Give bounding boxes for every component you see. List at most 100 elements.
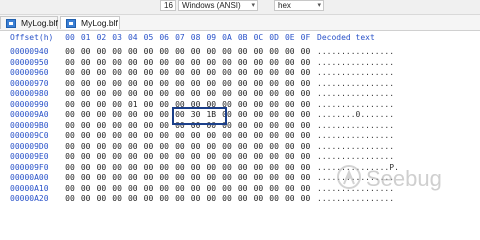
hex-byte[interactable]: 00 bbox=[267, 109, 281, 120]
hex-byte[interactable]: 00 bbox=[299, 99, 313, 110]
hex-byte[interactable]: 00 bbox=[142, 67, 156, 78]
hex-byte[interactable]: 00 bbox=[251, 183, 265, 194]
hex-byte[interactable]: 00 bbox=[189, 183, 203, 194]
hex-byte[interactable]: 00 bbox=[142, 141, 156, 152]
hex-byte[interactable]: 00 bbox=[267, 46, 281, 57]
hex-byte[interactable]: 00 bbox=[204, 162, 218, 173]
hex-byte[interactable]: 00 bbox=[79, 172, 93, 183]
hex-byte[interactable]: 00 bbox=[157, 57, 171, 68]
decoded-text[interactable]: ........0....... bbox=[317, 109, 394, 120]
hex-byte[interactable]: 00 bbox=[283, 88, 297, 99]
hex-byte[interactable]: 00 bbox=[220, 193, 234, 204]
hex-byte[interactable]: 00 bbox=[126, 78, 140, 89]
hex-byte[interactable]: 00 bbox=[251, 172, 265, 183]
hex-byte[interactable]: 00 bbox=[251, 78, 265, 89]
hex-byte[interactable]: 00 bbox=[220, 67, 234, 78]
hex-byte[interactable]: 00 bbox=[204, 130, 218, 141]
hex-byte[interactable]: 00 bbox=[157, 109, 171, 120]
hex-byte[interactable]: 00 bbox=[251, 88, 265, 99]
hex-byte[interactable]: 00 bbox=[204, 46, 218, 57]
hex-byte[interactable]: 00 bbox=[267, 130, 281, 141]
hex-byte[interactable]: 00 bbox=[173, 57, 187, 68]
hex-byte[interactable]: 00 bbox=[126, 109, 140, 120]
hex-byte[interactable]: 00 bbox=[94, 162, 108, 173]
hex-byte[interactable]: 00 bbox=[157, 183, 171, 194]
hex-byte[interactable]: 00 bbox=[299, 88, 313, 99]
hex-byte[interactable]: 00 bbox=[110, 67, 124, 78]
hex-byte[interactable]: 00 bbox=[220, 162, 234, 173]
hex-byte[interactable]: 00 bbox=[236, 46, 250, 57]
hex-byte[interactable]: 00 bbox=[236, 120, 250, 131]
hex-byte[interactable]: 00 bbox=[157, 141, 171, 152]
hex-byte[interactable]: 00 bbox=[79, 57, 93, 68]
hex-byte[interactable]: 00 bbox=[94, 57, 108, 68]
hex-byte[interactable]: 00 bbox=[157, 78, 171, 89]
hex-byte[interactable]: 00 bbox=[173, 88, 187, 99]
hex-byte[interactable]: 00 bbox=[63, 172, 77, 183]
hex-byte[interactable]: 00 bbox=[189, 172, 203, 183]
hex-byte[interactable]: 00 bbox=[204, 183, 218, 194]
hex-byte[interactable]: 00 bbox=[283, 172, 297, 183]
hex-byte[interactable]: 00 bbox=[173, 162, 187, 173]
hex-byte[interactable]: 00 bbox=[126, 172, 140, 183]
hex-byte[interactable]: 00 bbox=[157, 172, 171, 183]
hex-byte[interactable]: 00 bbox=[299, 193, 313, 204]
hex-byte[interactable]: 00 bbox=[142, 109, 156, 120]
hex-byte[interactable]: 00 bbox=[299, 183, 313, 194]
hex-byte[interactable]: 00 bbox=[126, 141, 140, 152]
hex-byte[interactable]: 00 bbox=[283, 99, 297, 110]
hex-byte[interactable]: 00 bbox=[63, 141, 77, 152]
hex-byte[interactable]: 00 bbox=[173, 141, 187, 152]
decoded-text[interactable]: ................ bbox=[317, 88, 394, 99]
hex-byte[interactable]: 00 bbox=[267, 141, 281, 152]
hex-byte[interactable]: 00 bbox=[94, 120, 108, 131]
decoded-text[interactable]: ................ bbox=[317, 130, 394, 141]
hex-byte[interactable]: 00 bbox=[236, 141, 250, 152]
hex-byte[interactable]: 00 bbox=[251, 67, 265, 78]
hex-byte[interactable]: 00 bbox=[220, 183, 234, 194]
hex-byte[interactable]: 00 bbox=[63, 183, 77, 194]
hex-byte[interactable]: 00 bbox=[173, 193, 187, 204]
hex-byte[interactable]: 00 bbox=[251, 120, 265, 131]
hex-byte[interactable]: 00 bbox=[189, 78, 203, 89]
hex-byte[interactable]: 00 bbox=[267, 78, 281, 89]
hex-byte[interactable]: 00 bbox=[142, 151, 156, 162]
hex-byte[interactable]: 00 bbox=[94, 183, 108, 194]
hex-byte[interactable]: 00 bbox=[283, 46, 297, 57]
hex-byte[interactable]: 00 bbox=[267, 99, 281, 110]
hex-byte[interactable]: 00 bbox=[236, 67, 250, 78]
decoded-text[interactable]: ................ bbox=[317, 99, 394, 110]
hex-byte[interactable]: 00 bbox=[299, 57, 313, 68]
hex-byte[interactable]: 00 bbox=[299, 109, 313, 120]
hex-byte[interactable]: 00 bbox=[110, 162, 124, 173]
hex-byte[interactable]: 00 bbox=[283, 120, 297, 131]
hex-byte[interactable]: 00 bbox=[173, 78, 187, 89]
hex-byte[interactable]: 00 bbox=[142, 88, 156, 99]
hex-byte[interactable]: 00 bbox=[126, 57, 140, 68]
hex-byte[interactable]: 00 bbox=[110, 151, 124, 162]
hex-byte[interactable]: 00 bbox=[79, 120, 93, 131]
hex-byte[interactable]: 00 bbox=[126, 151, 140, 162]
hex-byte[interactable]: 00 bbox=[94, 67, 108, 78]
hex-byte[interactable]: 00 bbox=[189, 88, 203, 99]
hex-byte[interactable]: 00 bbox=[220, 78, 234, 89]
hex-byte[interactable]: 00 bbox=[299, 151, 313, 162]
hex-byte[interactable]: 00 bbox=[94, 172, 108, 183]
hex-byte[interactable]: 00 bbox=[94, 151, 108, 162]
hex-byte[interactable]: 00 bbox=[299, 46, 313, 57]
hex-byte[interactable]: 00 bbox=[251, 151, 265, 162]
tab-mylog-1[interactable]: MyLog.blf bbox=[0, 16, 58, 29]
hex-byte[interactable]: 00 bbox=[63, 46, 77, 57]
hex-byte[interactable]: 00 bbox=[267, 183, 281, 194]
hex-byte[interactable]: 00 bbox=[236, 193, 250, 204]
hex-byte[interactable]: 00 bbox=[94, 130, 108, 141]
display-mode-select[interactable]: hex ▾ bbox=[274, 0, 324, 11]
decoded-text[interactable]: ................ bbox=[317, 120, 394, 131]
hex-byte[interactable]: 00 bbox=[220, 46, 234, 57]
hex-byte[interactable]: 01 bbox=[126, 99, 140, 110]
hex-byte[interactable]: 00 bbox=[236, 130, 250, 141]
hex-byte[interactable]: 00 bbox=[142, 172, 156, 183]
hex-byte[interactable]: 00 bbox=[220, 151, 234, 162]
hex-byte[interactable]: 00 bbox=[267, 67, 281, 78]
hex-byte[interactable]: 00 bbox=[126, 67, 140, 78]
